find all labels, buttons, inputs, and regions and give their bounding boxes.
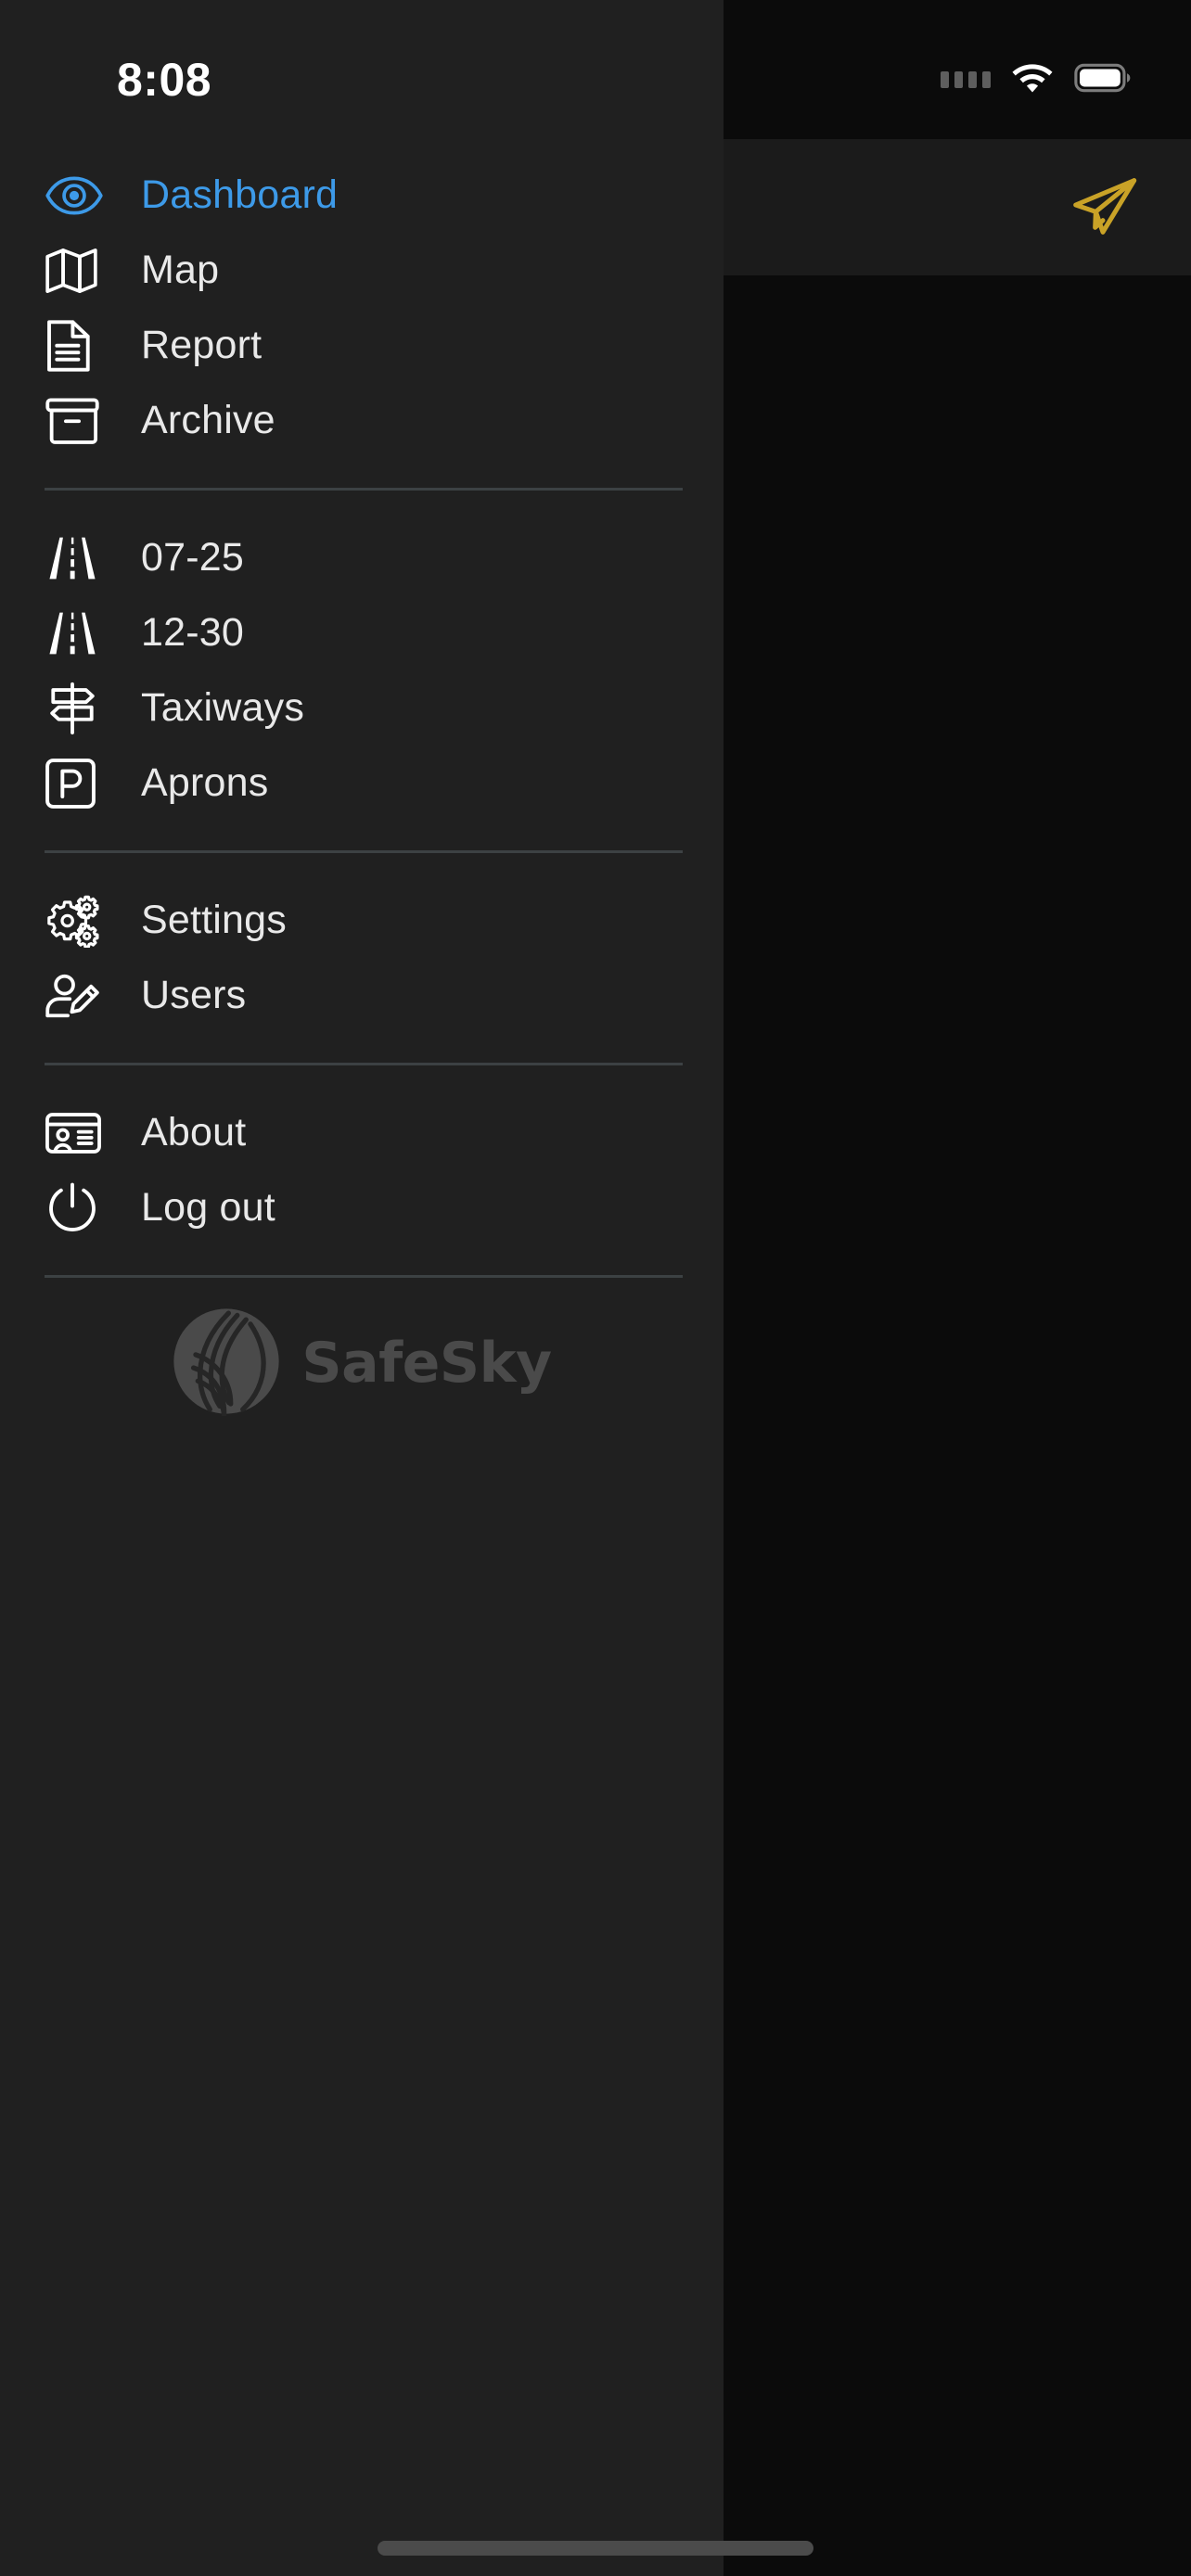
brand-logo: SafeSky [0, 1307, 724, 1419]
paper-plane-icon[interactable] [1065, 168, 1145, 248]
runway-icon [45, 606, 111, 661]
sidebar-item-archive[interactable]: Archive [0, 383, 724, 458]
document-icon [45, 318, 111, 374]
home-indicator[interactable] [378, 2541, 813, 2556]
brand-logo-text: SafeSky [301, 1331, 551, 1396]
sidebar-item-label: Map [141, 248, 219, 293]
sidebar-item-label: Aprons [141, 760, 268, 806]
safesky-emblem-icon [172, 1307, 281, 1421]
sidebar-item-runway-12-30[interactable]: 12-30 [0, 595, 724, 670]
eye-icon [45, 168, 111, 223]
sidebar-item-users[interactable]: Users [0, 958, 724, 1033]
sidebar-item-label: 07-25 [141, 535, 244, 580]
sidebar-item-label: Taxiways [141, 685, 304, 731]
sidebar-item-label: Archive [141, 398, 275, 443]
power-icon [45, 1180, 111, 1236]
sidebar-item-aprons[interactable]: Aprons [0, 746, 724, 821]
sidebar-item-label: About [141, 1110, 246, 1155]
sidebar-item-dashboard[interactable]: Dashboard [0, 158, 724, 233]
parking-p-icon [45, 756, 111, 811]
menu-divider [45, 1063, 683, 1065]
sidebar-item-taxiways[interactable]: Taxiways [0, 670, 724, 746]
drawer-menu: Dashboard Map [0, 158, 724, 1419]
sidebar-item-logout[interactable]: Log out [0, 1170, 724, 1245]
gears-icon [45, 893, 111, 949]
sidebar-item-label: Log out [141, 1185, 275, 1231]
sidebar-item-label: 12-30 [141, 610, 244, 656]
menu-divider [45, 850, 683, 853]
map-icon [45, 243, 111, 299]
sidebar-item-label: Users [141, 973, 246, 1018]
app-screen: Dashboard 00:00 UTC 6 Runways OK 00:00 U… [0, 0, 1191, 2576]
sidebar-item-settings[interactable]: Settings [0, 883, 724, 958]
archive-box-icon [45, 393, 111, 449]
runway-icon [45, 530, 111, 586]
signpost-icon [45, 681, 111, 736]
sidebar-item-report[interactable]: Report [0, 308, 724, 383]
navigation-drawer: Dashboard Map [0, 0, 724, 2576]
sidebar-item-label: Dashboard [141, 172, 338, 218]
user-edit-icon [45, 968, 111, 1024]
id-card-icon [45, 1105, 111, 1161]
sidebar-item-map[interactable]: Map [0, 233, 724, 308]
sidebar-item-label: Settings [141, 898, 287, 943]
menu-divider [45, 488, 683, 491]
sidebar-item-runway-07-25[interactable]: 07-25 [0, 520, 724, 595]
sidebar-item-about[interactable]: About [0, 1095, 724, 1170]
sidebar-item-label: Report [141, 323, 262, 368]
menu-divider [45, 1275, 683, 1278]
